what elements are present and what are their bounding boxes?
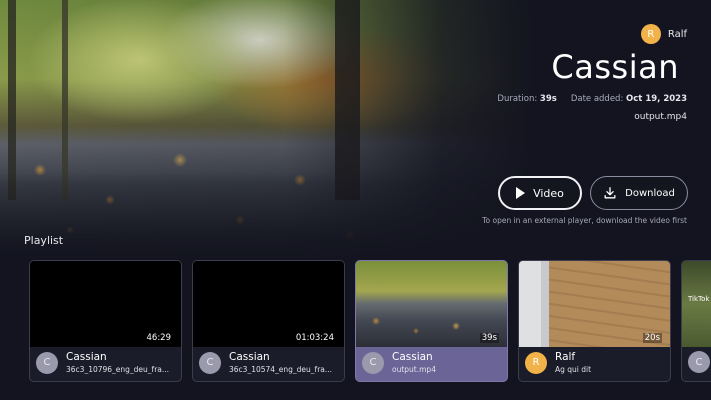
author-name: Ralf xyxy=(667,28,687,40)
play-icon xyxy=(516,187,526,199)
card-avatar: C xyxy=(36,351,58,374)
card-duration: 39s xyxy=(479,333,499,343)
play-video-button[interactable]: Video xyxy=(498,176,582,210)
video-meta: Duration: 39s Date added: Oct 19, 2023 xyxy=(497,94,687,104)
download-hint: To open in an external player, download … xyxy=(482,216,687,225)
playlist-card[interactable]: 46:29 C Cassian 36c3_10796_eng_deu_fra..… xyxy=(29,260,182,382)
download-icon xyxy=(604,187,616,199)
card-subtitle: 36c3_10574_eng_deu_fra... xyxy=(229,365,333,374)
playlist-heading: Playlist xyxy=(24,234,64,247)
download-label: Download xyxy=(625,187,675,199)
card-info: C Cassian 36c3_10574_eng_deu_fra... xyxy=(199,351,337,374)
card-avatar: R xyxy=(525,351,547,374)
duration-meta: Duration: 39s xyxy=(497,94,557,104)
card-duration: 20s xyxy=(642,333,662,343)
playlist-cards: 46:29 C Cassian 36c3_10796_eng_deu_fra..… xyxy=(29,260,711,382)
author-chip[interactable]: R Ralf xyxy=(640,24,687,44)
playlist-card[interactable]: 01:03:24 C Cassian 36c3_10574_eng_deu_fr… xyxy=(192,260,345,382)
playlist-card[interactable]: TikTok C xyxy=(681,260,711,382)
card-title: Cassian xyxy=(392,351,433,363)
card-avatar: C xyxy=(362,351,384,374)
card-duration: 46:29 xyxy=(144,333,173,343)
card-avatar: C xyxy=(199,351,221,374)
tiktok-badge: TikTok xyxy=(688,295,710,303)
video-title: Cassian xyxy=(551,48,679,86)
play-video-label: Video xyxy=(533,186,564,200)
card-info: R Ralf Ag qui dit xyxy=(525,351,663,374)
card-avatar: C xyxy=(688,351,710,373)
author-avatar: R xyxy=(640,24,661,44)
download-button[interactable]: Download xyxy=(590,176,688,210)
card-thumbnail xyxy=(682,261,711,347)
card-info: C xyxy=(688,351,710,373)
card-subtitle: 36c3_10796_eng_deu_fra... xyxy=(66,365,170,374)
card-title: Cassian xyxy=(66,351,107,363)
card-info: C Cassian 36c3_10796_eng_deu_fra... xyxy=(36,351,174,374)
card-duration: 01:03:24 xyxy=(293,333,336,343)
playlist-card-active[interactable]: 39s C Cassian output.mp4 xyxy=(355,260,508,382)
date-meta: Date added: Oct 19, 2023 xyxy=(570,94,687,104)
card-subtitle: output.mp4 xyxy=(392,365,436,374)
playlist-card[interactable]: 20s R Ralf Ag qui dit xyxy=(518,260,671,382)
card-title: Ralf xyxy=(555,351,576,363)
video-filename: output.mp4 xyxy=(634,112,687,122)
card-title: Cassian xyxy=(229,351,270,363)
card-subtitle: Ag qui dit xyxy=(555,365,592,374)
card-info: C Cassian output.mp4 xyxy=(362,351,500,374)
